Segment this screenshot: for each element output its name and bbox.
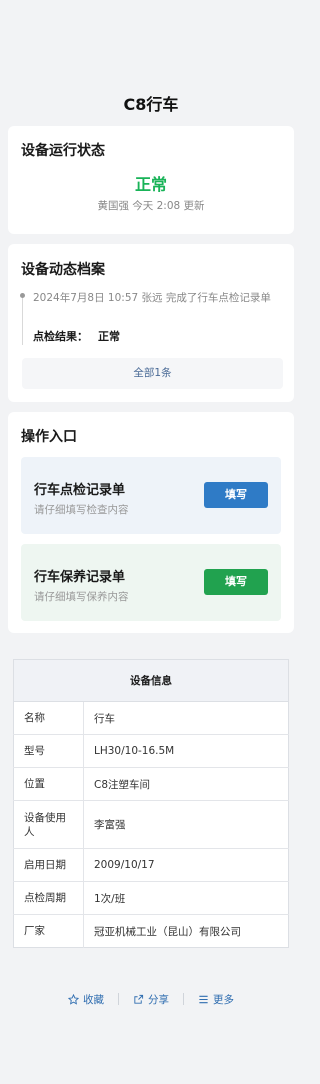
archive-card-title: 设备动态档案 (21, 262, 105, 278)
timeline-line (22, 295, 23, 345)
entry-subtitle: 请仔细填写检查内容 (34, 504, 129, 516)
equipment-info-table: 设备信息 名称 行车 型号 LH30/10-16.5M 位置 C8注塑车间 设备… (13, 659, 289, 948)
favorite-button[interactable]: 收藏 (54, 992, 118, 1007)
table-row: 位置 C8注塑车间 (13, 767, 289, 801)
table-row: 名称 行车 (13, 701, 289, 735)
more-label: 更多 (213, 993, 234, 1006)
row-key: 厂家 (13, 914, 84, 948)
operations-card: 操作入口 行车点检记录单 请仔细填写检查内容 填写 行车保养记录单 请仔细填写保… (8, 412, 294, 633)
menu-icon (199, 995, 208, 1003)
row-key: 设备使用人 (13, 800, 84, 849)
table-row: 启用日期 2009/10/17 (13, 848, 289, 882)
row-value: C8注塑车间 (83, 767, 289, 801)
star-icon (68, 993, 79, 1005)
favorite-label: 收藏 (83, 993, 104, 1006)
inspection-form-entry[interactable]: 行车点检记录单 请仔细填写检查内容 填写 (21, 457, 281, 534)
table-header: 设备信息 (13, 659, 289, 702)
row-value: 2009/10/17 (83, 848, 289, 882)
fill-inspection-button[interactable]: 填写 (204, 482, 268, 508)
table-header-row: 设备信息 (13, 659, 289, 702)
table-row: 型号 LH30/10-16.5M (13, 734, 289, 768)
row-key: 名称 (13, 701, 84, 735)
maintenance-form-entry[interactable]: 行车保养记录单 请仔细填写保养内容 填写 (21, 544, 281, 621)
more-button[interactable]: 更多 (184, 992, 248, 1007)
entry-title: 行车保养记录单 (34, 570, 126, 585)
status-card-title: 设备运行状态 (21, 143, 105, 159)
all-records-link[interactable]: 全部1条 (22, 358, 283, 389)
entry-title: 行车点检记录单 (34, 483, 126, 498)
bottom-action-bar: 收藏 分享 更多 (0, 990, 302, 1008)
entry-subtitle: 请仔细填写保养内容 (34, 591, 129, 603)
share-button[interactable]: 分享 (119, 992, 183, 1007)
page-title: C8行车 (123, 95, 179, 114)
share-label: 分享 (148, 993, 169, 1006)
row-key: 型号 (13, 734, 84, 768)
row-key: 启用日期 (13, 848, 84, 882)
fill-maintenance-button[interactable]: 填写 (204, 569, 268, 595)
operations-card-title: 操作入口 (21, 429, 77, 445)
row-value: 冠亚机械工业（昆山）有限公司 (83, 914, 289, 948)
result-label: 点检结果： (33, 330, 88, 343)
row-value: 行车 (83, 701, 289, 735)
result-value: 正常 (98, 330, 120, 343)
archive-card: 设备动态档案 2024年7月8日 10:57 张远 完成了行车点检记录单 点检结… (8, 244, 294, 402)
row-value: 1次/班 (83, 881, 289, 915)
table-row: 厂家 冠亚机械工业（昆山）有限公司 (13, 914, 289, 948)
table-row: 设备使用人 李富强 (13, 800, 289, 849)
status-value: 正常 (134, 175, 167, 194)
row-value: 李富强 (83, 800, 289, 849)
row-key: 点检周期 (13, 881, 84, 915)
status-update-meta: 黄国强 今天 2:08 更新 (97, 200, 205, 212)
row-key: 位置 (13, 767, 84, 801)
row-value: LH30/10-16.5M (83, 734, 289, 768)
timeline-record-text: 2024年7月8日 10:57 张远 完成了行车点检记录单 (33, 292, 271, 304)
table-row: 点检周期 1次/班 (13, 881, 289, 915)
share-icon (134, 994, 144, 1004)
timeline-dot (20, 293, 25, 298)
timeline-result: 点检结果： 正常 (33, 328, 120, 344)
status-card: 设备运行状态 正常 黄国强 今天 2:08 更新 (8, 126, 294, 234)
